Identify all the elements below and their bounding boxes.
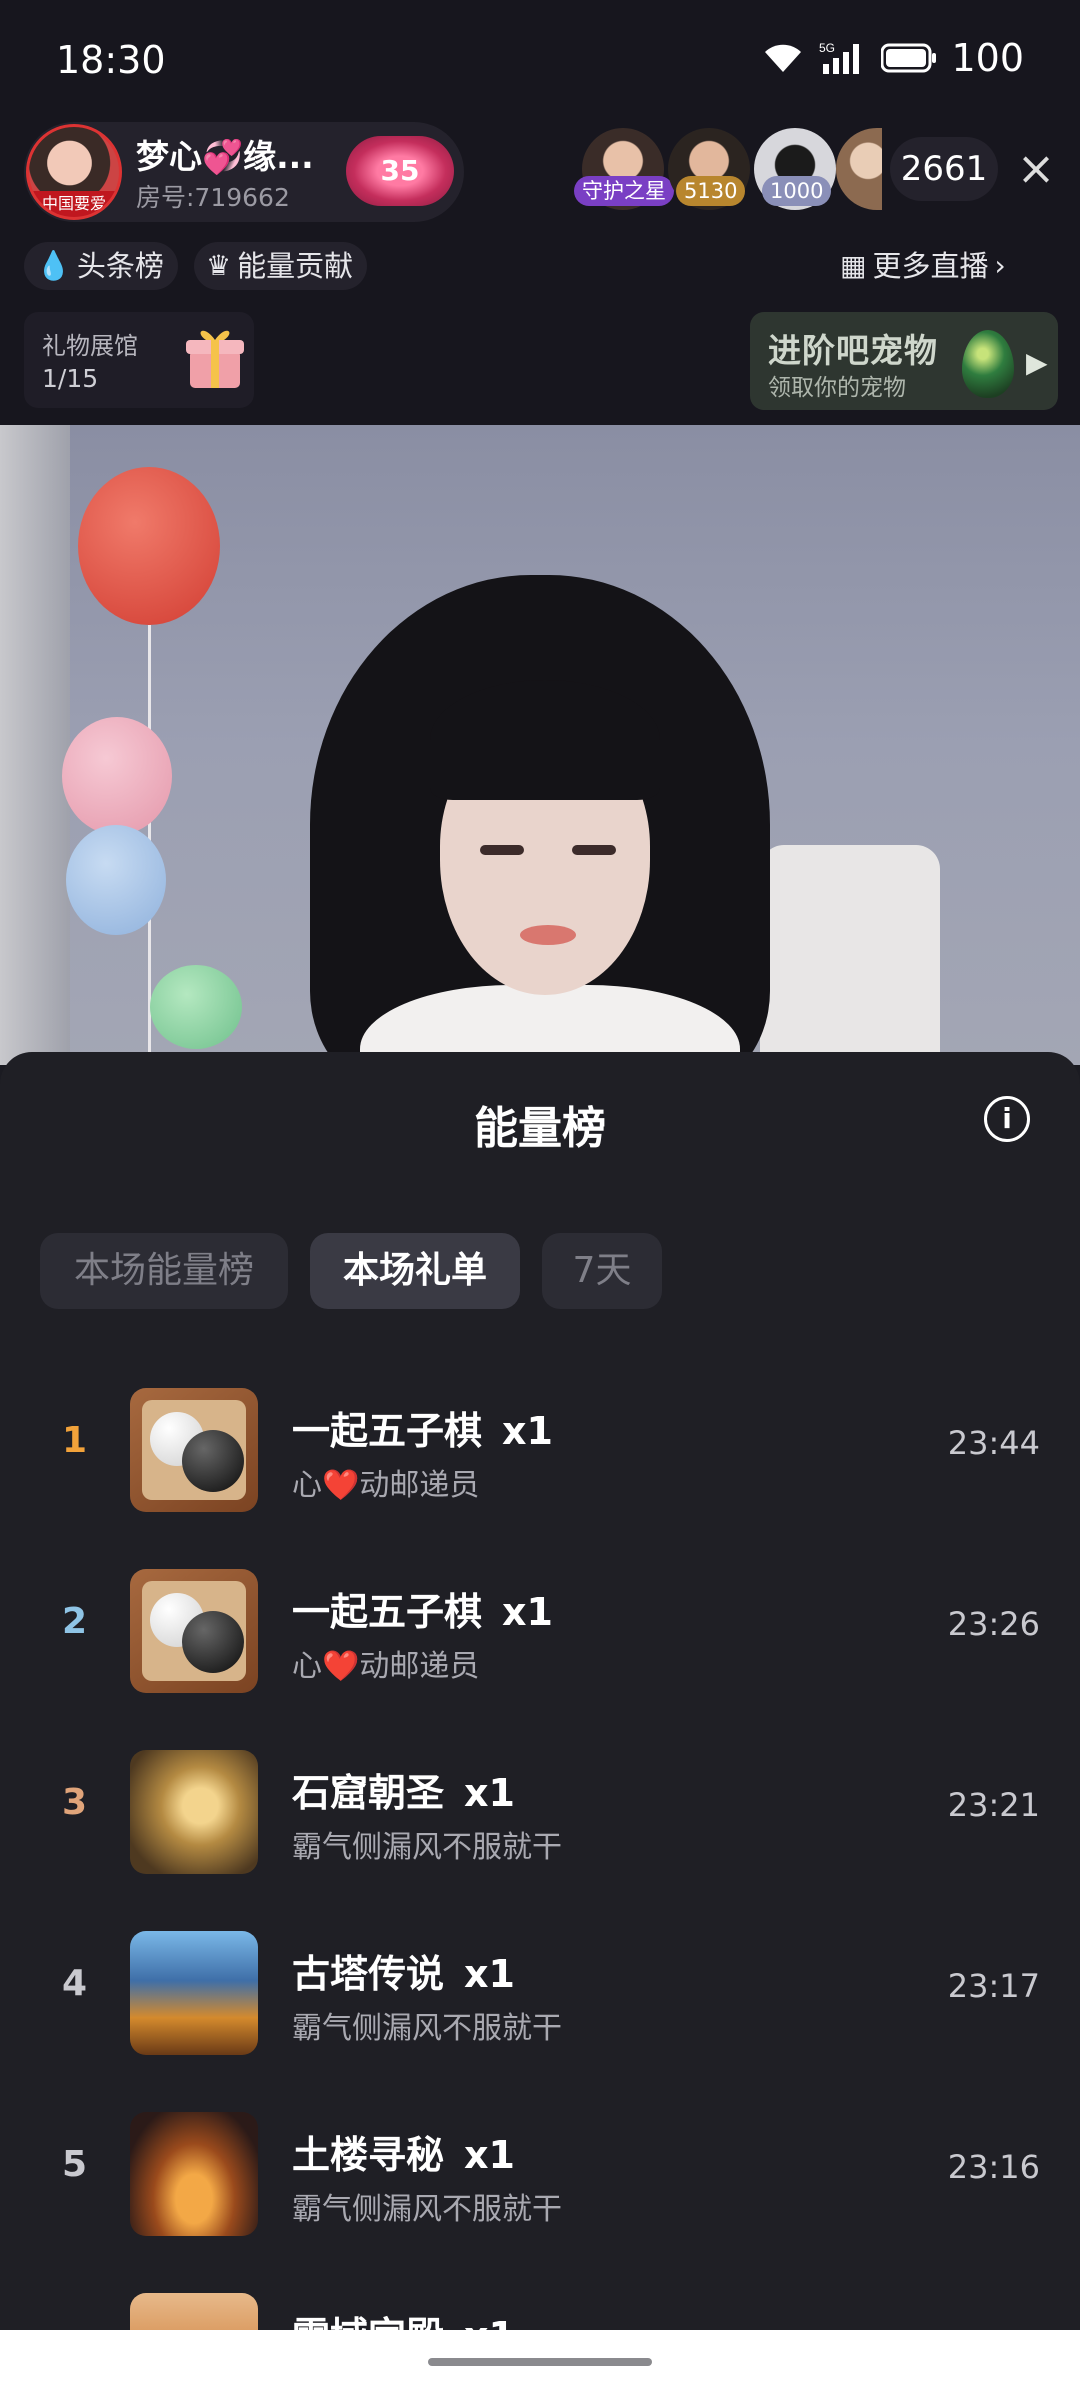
host-avatar[interactable]: 中国要爱 xyxy=(26,124,122,220)
streamer-bangs xyxy=(430,680,660,800)
battery-level: 100 xyxy=(951,36,1024,80)
gift-quantity: x1 xyxy=(464,2133,515,2177)
live-video[interactable] xyxy=(0,425,1080,1065)
rank-number: 5 xyxy=(62,2144,88,2185)
tower-gift-image xyxy=(130,1931,258,2055)
tab-session-gifts[interactable]: 本场礼单 xyxy=(310,1233,520,1309)
palace-gift-image xyxy=(130,2293,258,2330)
red-balloon xyxy=(78,467,220,625)
status-icons: 5G 100 xyxy=(761,36,1024,80)
gift-quantity: x1 xyxy=(502,1590,553,1634)
list-item[interactable]: 4 古塔传说 x1 霸气侧漏风不服就干 23:17 xyxy=(0,1901,1080,2081)
gift-hall-button[interactable]: 礼物展馆 1/15 xyxy=(24,312,254,408)
gift-name: 雪域宫殿x1 xyxy=(292,2305,515,2330)
gift-hall-count: 1/15 xyxy=(42,364,99,393)
tulou-gift-image xyxy=(130,2112,258,2236)
gift-time: 23:16 xyxy=(947,2148,1040,2186)
gomoku-gift-image xyxy=(130,1569,258,1693)
status-bar: 18:30 5G 100 xyxy=(0,0,1080,120)
more-live-chip[interactable]: ▦ 更多直播 › xyxy=(828,242,1020,290)
wall-edge xyxy=(0,425,70,1065)
list-item[interactable]: 3 石窟朝圣 x1 霸气侧漏风不服就干 23:21 xyxy=(0,1720,1080,1900)
viewer-tag-1: 守护之星 xyxy=(574,176,674,206)
gift-sender: 霸气侧漏风不服就干 xyxy=(292,2011,562,2046)
host-avatar-tag: 中国要爱 xyxy=(29,191,119,217)
streamer-eye-right xyxy=(572,845,616,855)
crown-icon: ♛ xyxy=(206,249,232,282)
wifi-icon xyxy=(761,40,805,76)
rank-number: 2 xyxy=(62,1601,88,1642)
list-item[interactable]: 5 土楼寻秘 x1 霸气侧漏风不服就干 23:16 xyxy=(0,2082,1080,2262)
energy-label: 能量贡献 xyxy=(237,249,354,283)
rank-number: 1 xyxy=(62,1420,88,1461)
gift-name: 石窟朝圣 x1 xyxy=(292,1771,515,1815)
gift-sender: 心❤️动邮递员 xyxy=(292,1649,480,1684)
heart-icon: ❤️ xyxy=(322,1468,360,1503)
buddha-gift-image xyxy=(130,1750,258,1874)
gift-quantity: x1 xyxy=(502,1409,553,1453)
pink-balloon xyxy=(62,717,172,835)
gift-sender: 霸气侧漏风不服就干 xyxy=(292,1830,562,1865)
energy-ranking-sheet: 能量榜 i 本场能量榜 本场礼单 7天 1 一起五子棋 x1 心❤️动邮递员 23… xyxy=(0,1052,1080,2330)
close-icon[interactable]: × xyxy=(1008,140,1064,196)
gift-quantity: x1 xyxy=(464,1952,515,1996)
status-time: 18:30 xyxy=(56,38,166,82)
gift-time: 23:17 xyxy=(947,1967,1040,2005)
gift-name: 土楼寻秘 x1 xyxy=(292,2133,515,2177)
gift-time: 23:21 xyxy=(947,1786,1040,1824)
battery-icon xyxy=(881,43,937,73)
host-name: 梦心💞缘... xyxy=(136,137,314,176)
pet-banner-title: 进阶吧宠物 xyxy=(768,331,938,370)
fire-icon: 💧 xyxy=(36,249,71,282)
list-item[interactable]: 雪域宫殿x1 xyxy=(0,2263,1080,2330)
gomoku-gift-image xyxy=(130,1388,258,1512)
gift-name: 一起五子棋 x1 xyxy=(292,1409,553,1453)
host-level-badge[interactable]: 35 xyxy=(346,136,454,206)
chevron-right-icon: › xyxy=(994,249,1006,282)
info-icon[interactable]: i xyxy=(984,1096,1030,1142)
energy-chip[interactable]: ♛ 能量贡献 xyxy=(194,242,368,290)
host-room-number: 房号:719662 xyxy=(136,183,290,212)
home-indicator[interactable] xyxy=(428,2358,652,2366)
viewer-tag-3: 1000 xyxy=(762,176,832,206)
green-balloon xyxy=(150,965,242,1049)
headline-chip[interactable]: 💧 头条榜 xyxy=(24,242,178,290)
gift-time: 23:26 xyxy=(947,1605,1040,1643)
more-live-label: 更多直播 xyxy=(872,249,989,283)
streamer-eye-left xyxy=(480,845,524,855)
gift-box-icon xyxy=(186,330,244,388)
viewer-count[interactable]: 2661 xyxy=(890,137,998,201)
tab-7-days[interactable]: 7天 xyxy=(542,1233,662,1309)
gift-quantity: x1 xyxy=(464,2314,515,2330)
blue-balloon xyxy=(66,825,166,935)
egg-icon xyxy=(962,330,1014,398)
chair xyxy=(760,845,940,1065)
play-arrow-icon: ▶ xyxy=(1026,346,1048,379)
grid-icon: ▦ xyxy=(840,249,867,282)
list-item[interactable]: 2 一起五子棋 x1 心❤️动邮递员 23:26 xyxy=(0,1539,1080,1719)
pet-banner[interactable]: 进阶吧宠物 领取你的宠物 ▶ xyxy=(750,312,1058,410)
gift-sender: 心❤️动邮递员 xyxy=(292,1468,480,1503)
network-label: 5G xyxy=(819,41,835,55)
gift-quantity: x1 xyxy=(464,1771,515,1815)
heart-icon: ❤️ xyxy=(322,1649,360,1684)
streamer-lips xyxy=(520,925,576,945)
gift-name: 一起五子棋 x1 xyxy=(292,1590,553,1634)
gift-name: 古塔传说 x1 xyxy=(292,1952,515,1996)
headline-label: 头条榜 xyxy=(76,249,164,283)
sheet-title: 能量榜 xyxy=(474,1103,606,1154)
gift-hall-title: 礼物展馆 xyxy=(42,332,138,360)
host-level: 35 xyxy=(380,154,420,187)
pet-banner-subtitle: 领取你的宠物 xyxy=(768,375,906,401)
gift-time: 23:44 xyxy=(947,1424,1040,1462)
gift-sender: 霸气侧漏风不服就干 xyxy=(292,2192,562,2227)
tab-session-energy[interactable]: 本场能量榜 xyxy=(40,1233,288,1309)
rank-number: 4 xyxy=(62,1963,88,2004)
signal-icon: 5G xyxy=(819,40,867,76)
list-item[interactable]: 1 一起五子棋 x1 心❤️动邮递员 23:44 xyxy=(0,1358,1080,1538)
rank-number: 3 xyxy=(62,1782,88,1823)
viewer-tag-2: 5130 xyxy=(676,176,746,206)
